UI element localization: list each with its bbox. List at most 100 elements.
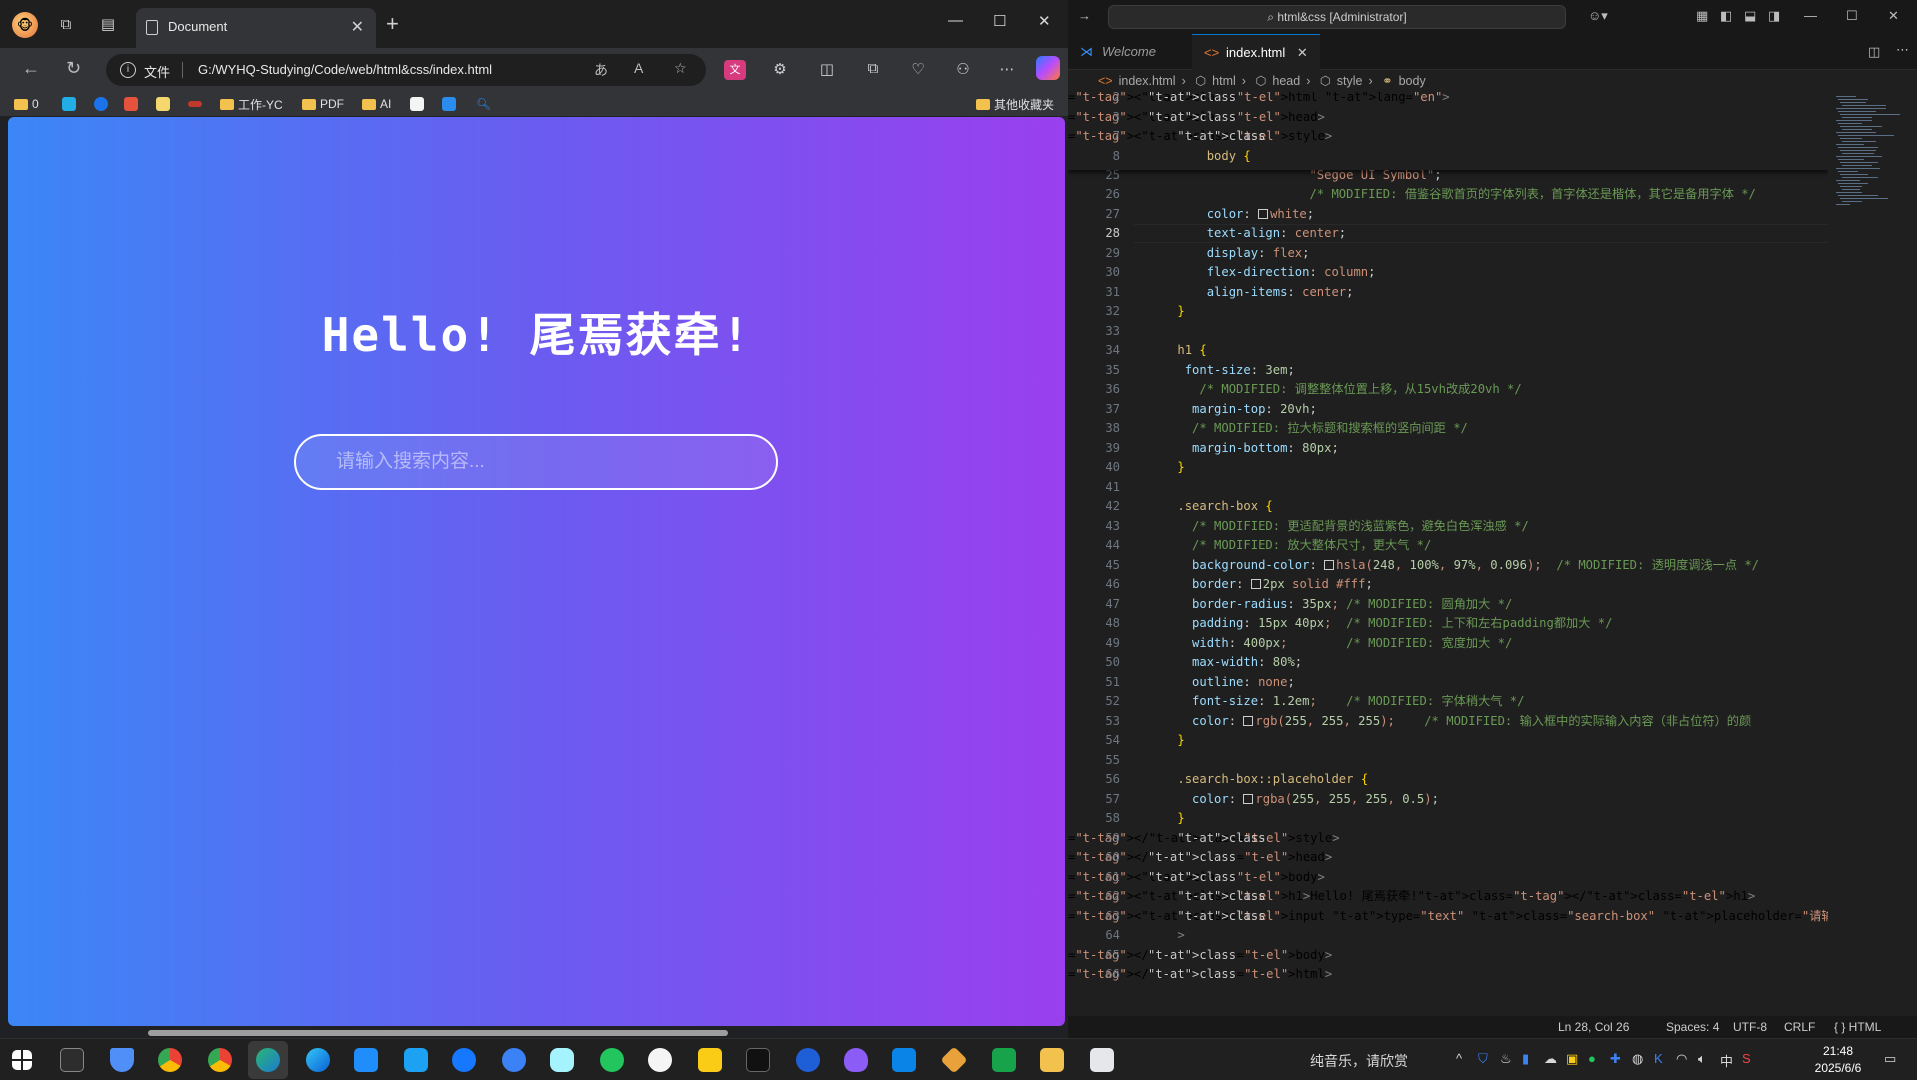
file-explorer-icon[interactable] xyxy=(1040,1048,1064,1072)
sticky-code-line[interactable]: 8 body { xyxy=(1068,147,1828,166)
sticky-code-line[interactable]: 7 "t-at">class ="t-tag"><"t-at">class="t-… xyxy=(1068,127,1828,146)
minimize-icon[interactable]: — xyxy=(1804,8,1817,23)
translator-extension-icon[interactable]: 文 xyxy=(724,60,746,80)
code-line[interactable]: 65 "t-at">class ="t-tag"></"t-at">class="t… xyxy=(1068,946,1828,965)
code-line[interactable]: 32 } xyxy=(1068,302,1828,321)
code-line[interactable]: 33 xyxy=(1068,322,1828,341)
copilot-chat-icon[interactable]: ☺▾ xyxy=(1588,8,1608,24)
tray-app-icon[interactable]: ◍ xyxy=(1632,1051,1643,1067)
tray-app-icon[interactable]: ✚ xyxy=(1610,1051,1621,1067)
app-icon[interactable] xyxy=(452,1048,476,1072)
customize-layout-icon[interactable]: ▦ xyxy=(1696,8,1708,24)
code-line[interactable]: 52 font-size: 1.2em; /* MODIFIED: 字体稍大气 … xyxy=(1068,692,1828,711)
code-line[interactable]: 51 outline: none; xyxy=(1068,673,1828,692)
site-info-icon[interactable]: i xyxy=(120,62,136,78)
tray-app-icon[interactable]: K xyxy=(1654,1051,1663,1066)
code-line[interactable]: 37 margin-top: 20vh; xyxy=(1068,400,1828,419)
copilot-icon[interactable] xyxy=(1036,56,1060,80)
code-line[interactable]: 30 flex-direction: column; xyxy=(1068,263,1828,282)
bookmark-folder-pdf[interactable]: PDF xyxy=(302,96,344,112)
edge-dev-icon[interactable] xyxy=(256,1048,280,1072)
code-line[interactable]: 40 } xyxy=(1068,458,1828,477)
toggle-sidebar-icon[interactable]: ◧ xyxy=(1720,8,1732,24)
bookmark-site-3[interactable] xyxy=(124,96,138,112)
code-line[interactable]: 60 "t-at">class ="t-tag"></"t-at">class="t… xyxy=(1068,848,1828,867)
bookmark-site-5[interactable] xyxy=(188,96,202,112)
code-editor[interactable]: 2 "t-at">class ="t-tag"><"t-at">class="t-e… xyxy=(1068,92,1828,1022)
bookmark-site-4[interactable] xyxy=(156,96,170,112)
back-icon[interactable]: ← xyxy=(22,58,40,79)
app-icon[interactable] xyxy=(502,1048,526,1072)
minimize-icon[interactable]: — xyxy=(948,12,963,29)
code-line[interactable]: 48 padding: 15px 40px; /* MODIFIED: 上下和左… xyxy=(1068,614,1828,633)
code-line[interactable]: 49 width: 400px; /* MODIFIED: 宽度加大 */ xyxy=(1068,634,1828,653)
code-line[interactable]: 61 "t-at">class ="t-tag"><"t-at">class="t-… xyxy=(1068,868,1828,887)
code-line[interactable]: 38 /* MODIFIED: 拉大标题和搜索框的竖向间距 */ xyxy=(1068,419,1828,438)
breadcrumb-item[interactable]: index.html xyxy=(1119,74,1176,88)
terminal-icon[interactable] xyxy=(60,1048,84,1072)
code-line[interactable]: 41 xyxy=(1068,478,1828,497)
tray-app-icon[interactable]: ▣ xyxy=(1566,1051,1578,1067)
address-url[interactable]: G:/WYHQ-Studying/Code/web/html&css/index… xyxy=(198,62,492,77)
sticky-code-line[interactable]: 3 "t-at">class ="t-tag"><"t-at">class="t-e… xyxy=(1068,108,1828,127)
hbuilder-icon[interactable] xyxy=(992,1048,1016,1072)
sticky-notes-icon[interactable] xyxy=(698,1048,722,1072)
sticky-code-line[interactable]: 2 "t-at">class ="t-tag"><"t-at">class="t-e… xyxy=(1068,92,1828,107)
favorite-star-icon[interactable]: ☆ xyxy=(674,60,687,77)
code-line[interactable]: 59 "t-at">class ="t-tag"></"t-at">class="… xyxy=(1068,829,1828,848)
bookmark-search-icon[interactable]: 🔍︎ xyxy=(476,96,491,112)
bookmark-folder-work[interactable]: 工作-YC xyxy=(220,96,283,112)
split-editor-icon[interactable]: ◫ xyxy=(1868,44,1880,60)
app-icon[interactable] xyxy=(1090,1048,1114,1072)
workspaces-icon[interactable]: ⧉ xyxy=(54,12,78,36)
bookmark-folder-0[interactable]: 0 xyxy=(14,96,39,112)
edge-icon[interactable] xyxy=(306,1048,330,1072)
chrome-icon[interactable] xyxy=(208,1048,232,1072)
bookmark-site-2[interactable] xyxy=(94,96,108,112)
refresh-icon[interactable]: ↻ xyxy=(66,58,81,79)
more-actions-icon[interactable]: ⋯ xyxy=(1896,42,1909,58)
code-line[interactable]: 45 background-color: hsla(248, 100%, 97%… xyxy=(1068,556,1828,575)
app-icon[interactable] xyxy=(354,1048,378,1072)
tray-app-icon[interactable]: ♨ xyxy=(1500,1051,1512,1067)
breadcrumb-item[interactable]: style xyxy=(1337,74,1363,88)
breadcrumb-item[interactable]: html xyxy=(1212,74,1236,88)
system-clock[interactable]: 21:48 2025/6/6 xyxy=(1808,1043,1868,1077)
code-line[interactable]: 56 .search-box::placeholder { xyxy=(1068,770,1828,789)
minimap[interactable] xyxy=(1828,92,1908,1022)
bookmark-site-8[interactable] xyxy=(442,96,456,112)
start-icon[interactable] xyxy=(12,1050,32,1070)
tab-index-html[interactable]: <> index.html ✕ xyxy=(1192,34,1320,70)
show-hidden-icons-icon[interactable]: ^ xyxy=(1456,1051,1462,1066)
code-line[interactable]: 27 color: white; xyxy=(1068,205,1828,224)
settings-icon[interactable] xyxy=(550,1048,574,1072)
command-center[interactable]: ⌕ html&css [Administrator] xyxy=(1108,5,1566,29)
close-tab-icon[interactable]: ✕ xyxy=(351,17,364,37)
settings-more-icon[interactable]: ⋯ xyxy=(996,60,1018,80)
eol-status[interactable]: CRLF xyxy=(1784,1016,1815,1038)
git-icon[interactable] xyxy=(940,1046,968,1074)
indentation-status[interactable]: Spaces: 4 xyxy=(1666,1016,1719,1038)
app-icon[interactable] xyxy=(746,1048,770,1072)
music-widget-text[interactable]: 纯音乐，请欣赏 xyxy=(1310,1051,1408,1071)
code-line[interactable]: 55 xyxy=(1068,751,1828,770)
sogou-ime-icon[interactable]: S xyxy=(1742,1051,1751,1066)
code-line[interactable]: 64 > xyxy=(1068,926,1828,945)
bookmark-notion[interactable] xyxy=(410,96,424,112)
breadcrumb-item[interactable]: body xyxy=(1399,74,1426,88)
tray-app-icon[interactable]: ▮ xyxy=(1522,1051,1529,1067)
language-mode[interactable]: { } HTML xyxy=(1834,1016,1881,1038)
code-line[interactable]: 36 /* MODIFIED: 调整整体位置上移，从15vh改成20vh */ xyxy=(1068,380,1828,399)
code-line[interactable]: 46 border: 2px solid #fff; xyxy=(1068,575,1828,594)
code-line[interactable]: 43 /* MODIFIED: 更适配背景的浅蓝紫色，避免白色浑浊感 */ xyxy=(1068,517,1828,536)
tab-welcome[interactable]: ⋊ Welcome xyxy=(1068,34,1192,70)
close-tab-icon[interactable]: ✕ xyxy=(1297,45,1308,60)
close-window-icon[interactable]: ✕ xyxy=(1038,12,1051,30)
code-line[interactable]: 39 margin-bottom: 80px; xyxy=(1068,439,1828,458)
code-line[interactable]: 57 color: rgba(255, 255, 255, 0.5); xyxy=(1068,790,1828,809)
app-icon[interactable] xyxy=(796,1048,820,1072)
wifi-icon[interactable]: ◠ xyxy=(1676,1051,1687,1067)
code-line[interactable]: 34 h1 { xyxy=(1068,341,1828,360)
tab-document[interactable]: Document ✕ xyxy=(136,8,376,48)
code-line[interactable]: 35 font-size: 3em; xyxy=(1068,361,1828,380)
